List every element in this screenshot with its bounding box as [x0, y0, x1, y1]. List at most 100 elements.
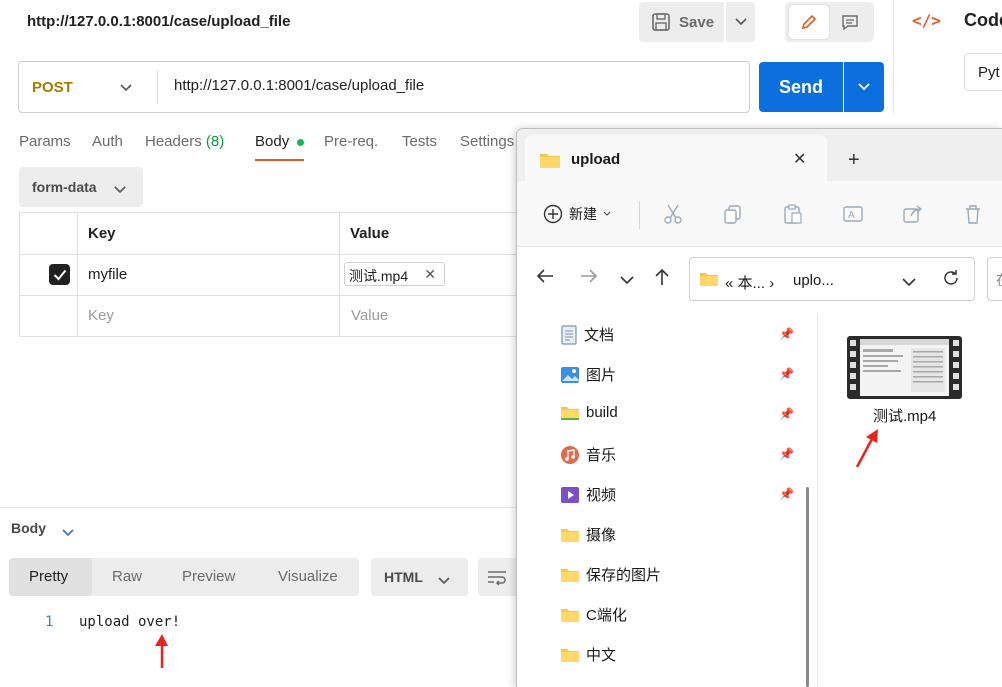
new-tab-icon[interactable]: +: [848, 149, 860, 172]
nav-item-label: 摄像: [586, 527, 617, 544]
nav-item-documents[interactable]: 文档: [560, 324, 614, 345]
up-arrow-icon[interactable]: [654, 268, 670, 289]
body-indicator-dot: [297, 139, 304, 146]
tab-body[interactable]: Body: [255, 133, 289, 150]
response-format-select[interactable]: HTML: [371, 558, 468, 596]
response-divider: [0, 507, 516, 508]
annotation-arrow: [855, 429, 878, 468]
nav-item-pictures[interactable]: 图片: [560, 364, 616, 385]
close-icon[interactable]: ✕: [424, 266, 436, 283]
explorer-tab-title: upload: [571, 151, 621, 168]
chevron-down-icon[interactable]: [438, 572, 450, 588]
response-body-label[interactable]: Body: [11, 520, 46, 536]
request-title: http://127.0.0.1:8001/case/upload_file: [27, 13, 291, 30]
nav-item-label: C端化: [586, 607, 627, 624]
url-input[interactable]: http://127.0.0.1:8001/case/upload_file: [174, 77, 424, 94]
breadcrumb-item[interactable]: « 本... ›: [725, 272, 774, 293]
chevron-down-icon: [858, 83, 870, 91]
language-select[interactable]: Pyt: [964, 53, 1002, 91]
line-number: 1: [45, 614, 54, 630]
file-chip[interactable]: 测试.mp4 ✕: [344, 262, 445, 286]
row-enabled-checkbox[interactable]: [49, 264, 70, 285]
send-button[interactable]: Send: [759, 62, 843, 112]
back-arrow-icon[interactable]: [535, 268, 555, 287]
tab-raw[interactable]: Raw: [112, 568, 142, 585]
pin-icon[interactable]: 📌: [779, 367, 794, 381]
wrap-lines-button[interactable]: [478, 558, 518, 596]
panel-divider: [893, 0, 894, 115]
code-icon[interactable]: </>: [912, 11, 941, 30]
column-header-key: Key: [88, 225, 116, 242]
copy-icon[interactable]: [722, 203, 744, 228]
comments-button[interactable]: [831, 5, 869, 39]
nav-item-music[interactable]: 音乐: [560, 444, 616, 465]
nav-item-camera[interactable]: 摄像: [560, 524, 616, 545]
headers-count-badge: (8): [205, 133, 225, 150]
cut-icon[interactable]: [662, 203, 684, 228]
video-file-icon[interactable]: [847, 336, 962, 399]
plus-circle-icon: [543, 204, 563, 224]
chevron-down-icon[interactable]: [902, 274, 916, 290]
nav-item-label: 音乐: [586, 447, 617, 464]
chevron-down-icon: [603, 211, 611, 216]
refresh-icon[interactable]: [942, 269, 960, 290]
tab-prereq[interactable]: Pre-req.: [324, 133, 378, 150]
row-key-input[interactable]: myfile: [88, 266, 127, 283]
new-item-button[interactable]: 新建: [543, 204, 611, 224]
pin-icon[interactable]: 📌: [779, 407, 794, 421]
pin-icon[interactable]: 📌: [779, 447, 794, 461]
folder-icon: [561, 568, 579, 582]
forward-arrow-icon[interactable]: [579, 268, 599, 287]
pin-icon[interactable]: 📌: [779, 327, 794, 341]
nav-scrollbar[interactable]: [806, 487, 809, 687]
file-explorer-window: upload ✕ + 新建 A « 本... › uplo... 在 文档 📌 …: [516, 128, 1002, 687]
send-options-button[interactable]: [844, 62, 884, 112]
share-icon[interactable]: [902, 203, 924, 228]
svg-text:A: A: [848, 210, 855, 221]
chevron-down-icon: [734, 18, 747, 26]
breadcrumb-item[interactable]: uplo...: [793, 272, 834, 289]
nav-item-label: 文档: [584, 327, 615, 344]
save-button[interactable]: Save: [639, 2, 724, 42]
chevron-down-icon[interactable]: [620, 272, 634, 288]
video-icon: [561, 486, 579, 503]
tab-pretty[interactable]: Pretty: [9, 558, 92, 596]
nav-item-c-localize[interactable]: C端化: [560, 604, 627, 625]
rename-icon[interactable]: A: [842, 203, 864, 228]
close-icon[interactable]: ✕: [793, 149, 806, 169]
nav-item-label: 保存的图片: [586, 567, 662, 584]
folder-icon: [561, 608, 579, 622]
nav-item-label: build: [586, 404, 618, 421]
tab-settings[interactable]: Settings: [460, 133, 514, 150]
music-icon: [561, 445, 579, 464]
folder-icon: [561, 528, 579, 542]
search-input[interactable]: 在: [987, 257, 1002, 301]
chevron-down-icon[interactable]: [114, 181, 126, 197]
tab-tests[interactable]: Tests: [402, 133, 437, 150]
tab-params[interactable]: Params: [19, 133, 71, 150]
tab-preview[interactable]: Preview: [182, 568, 235, 585]
tab-headers[interactable]: Headers (8): [145, 133, 224, 150]
nav-item-build[interactable]: build: [560, 404, 618, 421]
nav-item-saved-pictures[interactable]: 保存的图片: [560, 564, 661, 585]
nav-item-chinese[interactable]: 中文: [560, 644, 616, 665]
tab-visualize[interactable]: Visualize: [278, 568, 338, 585]
edit-mode-button[interactable]: [789, 5, 829, 39]
pin-icon[interactable]: 📌: [779, 487, 794, 501]
new-key-input[interactable]: Key: [88, 307, 114, 324]
method-select[interactable]: POST: [32, 79, 73, 96]
paste-icon[interactable]: [782, 203, 804, 228]
pane-divider: [817, 314, 818, 687]
delete-icon[interactable]: [962, 203, 984, 228]
chevron-down-icon[interactable]: [62, 524, 74, 540]
save-options-button[interactable]: [726, 2, 755, 42]
nav-item-label: 图片: [586, 367, 617, 384]
nav-item-videos[interactable]: 视频: [560, 484, 616, 505]
nav-item-label: 中文: [586, 647, 617, 664]
tab-auth[interactable]: Auth: [92, 133, 123, 150]
new-value-input[interactable]: Value: [351, 307, 388, 324]
file-name-label[interactable]: 测试.mp4: [873, 405, 936, 426]
annotation-arrow: [155, 634, 168, 668]
chevron-down-icon[interactable]: [120, 79, 132, 95]
checkmark-icon: [53, 269, 66, 280]
